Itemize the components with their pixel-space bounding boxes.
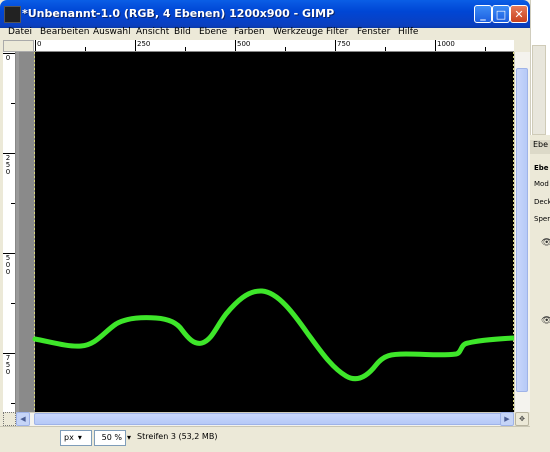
vertical-ruler[interactable]: 0 250 500 750 [3, 52, 16, 412]
maximize-button[interactable]: □ [492, 5, 510, 23]
menu-datei[interactable]: Datei [8, 27, 32, 37]
hruler-label: 750 [337, 40, 351, 48]
menu-auswahl[interactable]: Auswahl [93, 27, 131, 37]
navigate-icon[interactable]: ✥ [515, 412, 529, 426]
hruler-label: 500 [237, 40, 251, 48]
chevron-down-icon: ▾ [77, 433, 82, 442]
canvas-left-strip [16, 52, 19, 412]
quick-mask-icon[interactable] [3, 412, 16, 426]
gimp-image-icon [4, 6, 21, 23]
eye-icon[interactable]: 👁 [541, 238, 550, 248]
menu-farben[interactable]: Farben [234, 27, 265, 37]
dock-mode-label: Mod [534, 180, 549, 188]
dock-row-label: Ebe [534, 164, 549, 172]
image-canvas[interactable] [16, 52, 514, 412]
dock-scrollbar[interactable] [532, 45, 546, 135]
chevron-down-icon[interactable]: ▾ [127, 430, 135, 446]
vruler-label: 500 [5, 254, 11, 276]
vruler-label: 250 [5, 154, 11, 176]
unit-value: px [64, 433, 74, 442]
menu-bearbeiten[interactable]: Bearbeiten [40, 27, 89, 37]
ruler-corner [3, 40, 34, 52]
menu-ansicht[interactable]: Ansicht [136, 27, 169, 37]
horizontal-ruler[interactable]: 0 250 500 750 1000 [34, 40, 514, 52]
scroll-right-button[interactable]: ▶ [500, 412, 514, 426]
canvas-background [35, 52, 514, 412]
unit-select[interactable]: px ▾ [60, 430, 92, 446]
hruler-label: 1000 [437, 40, 455, 48]
hruler-label: 250 [137, 40, 151, 48]
zoom-field[interactable]: 50 % [94, 430, 126, 446]
menu-fenster[interactable]: Fenster [357, 27, 390, 37]
status-text: Streifen 3 (53,2 MB) [137, 432, 218, 441]
vertical-scroll-thumb[interactable] [516, 68, 528, 392]
hruler-label: 0 [37, 40, 42, 48]
scroll-left-button[interactable]: ◀ [16, 412, 30, 426]
vruler-label: 0 [5, 54, 11, 62]
menu-werkzeuge[interactable]: Werkzeuge [273, 27, 323, 37]
menu-hilfe[interactable]: Hilfe [398, 27, 418, 37]
dock-lock-label: Sper [534, 215, 550, 223]
menu-ebene[interactable]: Ebene [199, 27, 227, 37]
dock-tab-layers[interactable]: Ebe [530, 140, 550, 154]
vruler-label: 750 [5, 354, 11, 376]
window-title: *Unbenannt-1.0 (RGB, 4 Ebenen) 1200x900 … [22, 7, 335, 20]
dock-opacity-label: Deck [534, 198, 550, 206]
menu-bild[interactable]: Bild [174, 27, 191, 37]
minimize-button[interactable]: _ [474, 5, 492, 23]
horizontal-scroll-thumb[interactable] [34, 413, 510, 425]
close-button[interactable]: ✕ [510, 5, 528, 23]
eye-icon[interactable]: 👁 [541, 316, 550, 326]
menu-filter[interactable]: Filter [326, 27, 348, 37]
